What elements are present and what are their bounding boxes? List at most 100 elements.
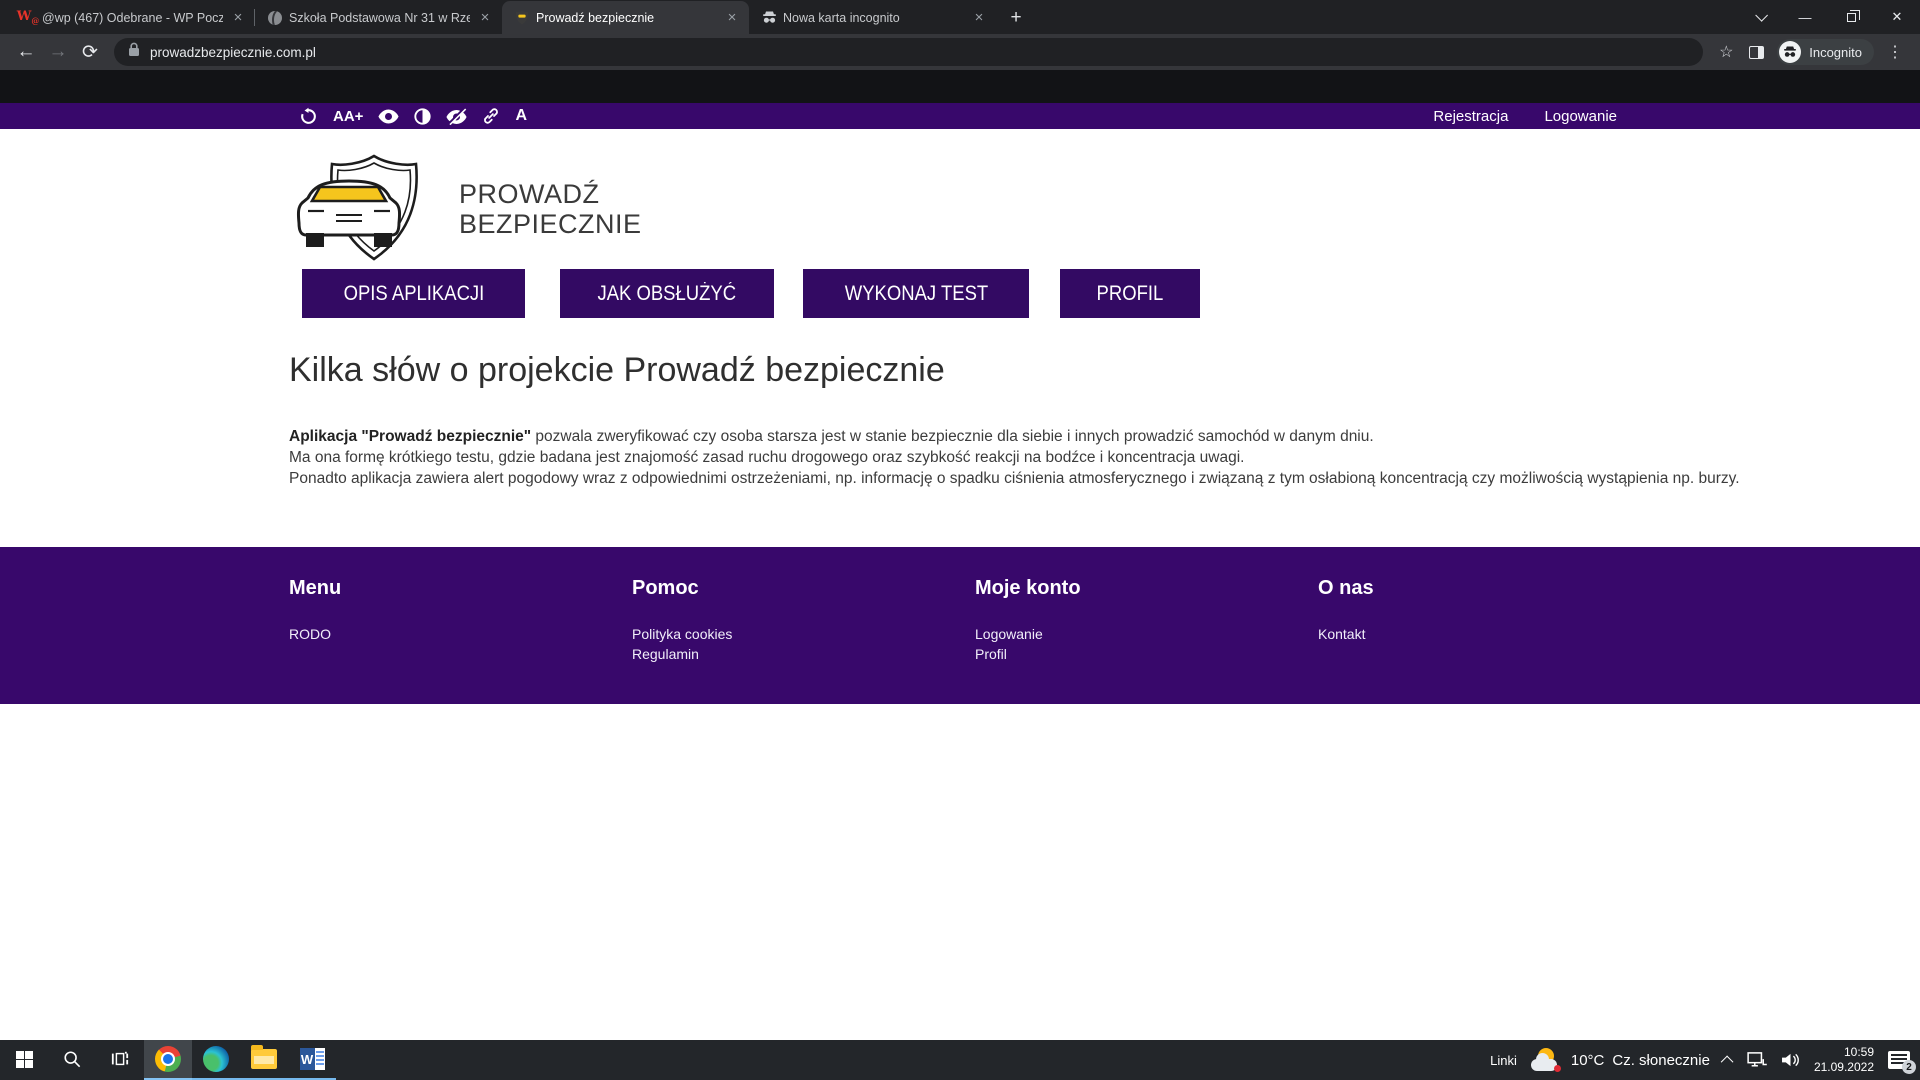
lock-icon xyxy=(128,42,140,62)
reload-button[interactable]: ⟳ xyxy=(74,36,106,68)
eye-icon[interactable] xyxy=(378,105,399,127)
url-text: prowadzbezpiecznie.com.pl xyxy=(150,45,316,60)
reset-icon[interactable] xyxy=(299,105,318,127)
register-link[interactable]: Rejestracja xyxy=(1433,108,1508,125)
volume-icon[interactable] xyxy=(1781,1052,1800,1068)
footer-column-title: Moje konto xyxy=(975,577,1275,600)
shield-favicon xyxy=(514,10,530,26)
footer-link-logowanie[interactable]: Logowanie xyxy=(975,624,1275,644)
clock-date: 21.09.2022 xyxy=(1814,1060,1874,1075)
notification-count-badge: 2 xyxy=(1902,1060,1916,1074)
nav-button-profil[interactable]: PROFIL xyxy=(1060,269,1200,318)
site-navigation: OPIS APLIKACJI JAK OBSŁUŻYĆ WYKONAJ TEST… xyxy=(302,269,1200,318)
nav-button-label: OPIS APLIKACJI xyxy=(343,282,484,306)
wp-mail-favicon: W@ xyxy=(20,10,36,26)
edge-icon xyxy=(203,1046,229,1072)
paragraph-line-2: Ma ona formę krótkiego testu, gdzie bada… xyxy=(289,447,1740,468)
site-footer: Menu RODO Pomoc Polityka cookies Regulam… xyxy=(0,547,1920,704)
side-panel-icon[interactable] xyxy=(1741,37,1771,67)
browser-menu-icon[interactable]: ⋮ xyxy=(1880,37,1910,67)
logo-shield-car-icon xyxy=(294,153,449,265)
letter-spacing-icon[interactable]: A xyxy=(515,105,527,127)
weather-icon xyxy=(1531,1048,1563,1072)
tab-close-icon[interactable]: × xyxy=(723,9,741,27)
footer-column-title: O nas xyxy=(1318,577,1618,600)
taskbar-clock[interactable]: 10:59 21.09.2022 xyxy=(1814,1045,1874,1075)
logo-line-2: BEZPIECZNIE xyxy=(459,209,642,239)
eye-off-icon[interactable] xyxy=(446,105,467,127)
tray-chevron-up-icon[interactable] xyxy=(1724,1056,1733,1065)
font-size-icon[interactable]: AA+ xyxy=(333,105,363,127)
taskbar-tray: Linki 10°C Cz. słonecznie 10:59 21.09.20… xyxy=(1490,1040,1920,1080)
network-icon[interactable] xyxy=(1747,1052,1767,1068)
incognito-favicon xyxy=(761,10,777,26)
weather-desc: Cz. słonecznie xyxy=(1612,1052,1710,1069)
chrome-icon xyxy=(155,1046,181,1072)
tab-title: Nowa karta incognito xyxy=(783,11,964,25)
taskbar-edge-button[interactable] xyxy=(192,1040,240,1080)
about-paragraph: Aplikacja "Prowadź bezpiecznie" pozwala … xyxy=(289,426,1740,489)
incognito-badge: Incognito xyxy=(1777,39,1874,65)
nav-button-wykonaj-test[interactable]: WYKONAJ TEST xyxy=(803,269,1029,318)
paragraph-line-3: Ponadto aplikacja zawiera alert pogodowy… xyxy=(289,468,1740,489)
minimize-button[interactable]: — xyxy=(1782,0,1828,34)
weather-widget[interactable]: 10°C Cz. słonecznie xyxy=(1531,1048,1710,1072)
task-view-button[interactable] xyxy=(96,1040,144,1080)
globe-favicon xyxy=(267,10,283,26)
tab-close-icon[interactable]: × xyxy=(229,9,247,27)
accessibility-icons: AA+ A xyxy=(299,105,527,127)
task-view-icon xyxy=(111,1050,129,1068)
footer-column-o-nas: O nas Kontakt xyxy=(1318,577,1618,644)
footer-link-regulamin[interactable]: Regulamin xyxy=(632,644,932,664)
footer-column-title: Menu xyxy=(289,577,589,600)
footer-link-kontakt[interactable]: Kontakt xyxy=(1318,624,1618,644)
search-icon xyxy=(63,1050,81,1068)
browser-toolbar: ← → ⟳ prowadzbezpiecznie.com.pl ☆ Incogn… xyxy=(0,34,1920,70)
window-controls: — ✕ xyxy=(1736,0,1920,34)
tab-close-icon[interactable]: × xyxy=(970,9,988,27)
start-button[interactable] xyxy=(0,1040,48,1080)
logo-line-1: PROWADŹ xyxy=(459,179,642,209)
paragraph-line-1-rest: pozwala zweryfikować czy osoba starsza j… xyxy=(531,428,1374,445)
tab-wp-mail[interactable]: W@ @wp (467) Odebrane - WP Poczt × xyxy=(8,1,255,34)
login-link[interactable]: Logowanie xyxy=(1544,108,1617,125)
action-center-icon[interactable]: 2 xyxy=(1888,1051,1910,1069)
address-bar[interactable]: prowadzbezpiecznie.com.pl xyxy=(114,38,1703,66)
forward-button[interactable]: → xyxy=(42,36,74,68)
tab-prowadz-bezpiecznie[interactable]: Prowadź bezpiecznie × xyxy=(502,1,749,34)
taskbar-chrome-button[interactable] xyxy=(144,1040,192,1080)
accessibility-toolbar: AA+ A Rejestracja Logowanie xyxy=(0,103,1920,129)
footer-link-polityka-cookies[interactable]: Polityka cookies xyxy=(632,624,932,644)
contrast-icon[interactable] xyxy=(414,105,431,127)
clock-time: 10:59 xyxy=(1814,1045,1874,1060)
tab-school[interactable]: Szkoła Podstawowa Nr 31 w Rzes × xyxy=(255,1,502,34)
nav-button-opis-aplikacji[interactable]: OPIS APLIKACJI xyxy=(302,269,525,318)
windows-taskbar: W Linki 10°C Cz. słonecznie 10:59 21.09.… xyxy=(0,1040,1920,1080)
tab-title: @wp (467) Odebrane - WP Poczt xyxy=(42,11,223,25)
close-window-button[interactable]: ✕ xyxy=(1874,0,1920,34)
page-title: Kilka słów o projekcie Prowadź bezpieczn… xyxy=(289,351,945,390)
tab-title: Prowadź bezpiecznie xyxy=(536,11,717,25)
links-toolbar-label[interactable]: Linki xyxy=(1490,1053,1517,1068)
nav-button-jak-obsluzyc[interactable]: JAK OBSŁUŻYĆ xyxy=(560,269,774,318)
taskbar-explorer-button[interactable] xyxy=(240,1040,288,1080)
restore-button[interactable] xyxy=(1828,0,1874,34)
new-tab-button[interactable]: + xyxy=(1002,4,1030,32)
nav-button-label: JAK OBSŁUŻYĆ xyxy=(598,282,737,306)
tab-incognito-newtab[interactable]: Nowa karta incognito × xyxy=(749,1,996,34)
footer-link-profil[interactable]: Profil xyxy=(975,644,1275,664)
bookmark-star-icon[interactable]: ☆ xyxy=(1711,37,1741,67)
site-logo[interactable]: PROWADŹ BEZPIECZNIE xyxy=(294,153,642,265)
taskbar-search-button[interactable] xyxy=(48,1040,96,1080)
paragraph-bold-lead: Aplikacja "Prowadź bezpiecznie" xyxy=(289,428,531,445)
footer-link-rodo[interactable]: RODO xyxy=(289,624,589,644)
link-icon[interactable] xyxy=(482,105,500,127)
back-button[interactable]: ← xyxy=(10,36,42,68)
tab-search-chevron-icon[interactable] xyxy=(1736,0,1782,34)
logo-text: PROWADŹ BEZPIECZNIE xyxy=(459,179,642,239)
footer-column-pomoc: Pomoc Polityka cookies Regulamin xyxy=(632,577,932,664)
word-icon: W xyxy=(300,1048,325,1070)
taskbar-word-button[interactable]: W xyxy=(288,1040,336,1080)
page-main: PROWADŹ BEZPIECZNIE OPIS APLIKACJI JAK O… xyxy=(0,129,1920,547)
tab-close-icon[interactable]: × xyxy=(476,9,494,27)
